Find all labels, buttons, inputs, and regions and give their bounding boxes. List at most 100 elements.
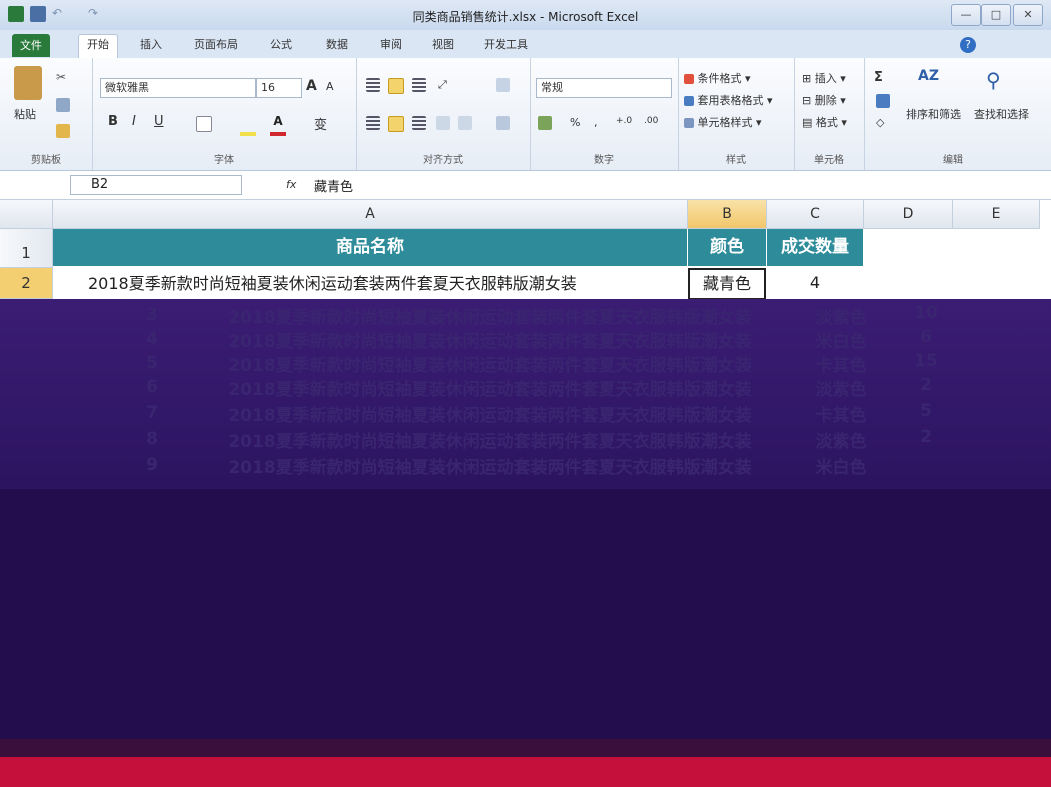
- decrease-indent-icon[interactable]: [436, 116, 450, 130]
- tab-developer[interactable]: 开发工具: [476, 35, 536, 55]
- column-header-c[interactable]: C: [767, 200, 864, 229]
- align-left-icon[interactable]: [366, 116, 380, 130]
- tab-page-layout[interactable]: 页面布局: [186, 35, 246, 55]
- row-header-2[interactable]: 2: [0, 268, 53, 299]
- maximize-button[interactable]: □: [981, 4, 1011, 26]
- tab-home[interactable]: 开始: [78, 34, 118, 59]
- insert-cells-label: 插入: [814, 72, 837, 85]
- font-color-icon[interactable]: A: [270, 114, 286, 136]
- italic-button[interactable]: I: [132, 114, 136, 129]
- increase-decimal-button[interactable]: +.0: [616, 116, 632, 126]
- close-button[interactable]: ✕: [1013, 4, 1043, 26]
- ribbon-tabs: 文件 开始 插入 页面布局 公式 数据 审阅 视图 开发工具 ?: [0, 30, 1051, 59]
- column-header-a[interactable]: A: [53, 200, 688, 229]
- alignment-group: ⤢ 对齐方式: [356, 58, 531, 170]
- shrink-font-button[interactable]: A: [326, 80, 334, 93]
- cell-c2[interactable]: 4: [767, 268, 863, 298]
- sort-filter-icon[interactable]: AZ: [918, 68, 944, 94]
- phonetic-button[interactable]: 变: [314, 114, 327, 133]
- find-select-button[interactable]: 查找和选择: [974, 106, 1029, 122]
- underline-button[interactable]: U: [154, 114, 164, 129]
- tab-formulas[interactable]: 公式: [262, 35, 300, 55]
- borders-icon[interactable]: [196, 116, 212, 132]
- insert-cells-button[interactable]: ⊞ 插入 ▾: [802, 70, 846, 86]
- editing-label: 编辑: [943, 155, 963, 166]
- tab-insert[interactable]: 插入: [132, 35, 170, 55]
- column-header-e[interactable]: E: [953, 200, 1040, 229]
- ribbon: 粘贴 ✂ 剪贴板 微软雅黑 16 A A B I U A 变 字体 ⤢ 对齐方式…: [0, 58, 1051, 171]
- cells-group: ⊞ 插入 ▾ ⊟ 删除 ▾ ▤ 格式 ▾ 单元格: [794, 58, 865, 170]
- help-icon[interactable]: ?: [960, 37, 976, 53]
- paste-icon[interactable]: [14, 66, 42, 100]
- sort-filter-button[interactable]: 排序和筛选: [906, 106, 961, 122]
- glitch-cell-a: 2018夏季新款时尚短袖夏装休闲运动套装两件套夏天衣服韩版潮女装: [228, 458, 752, 478]
- tab-review[interactable]: 审阅: [372, 35, 410, 55]
- grow-font-button[interactable]: A: [306, 78, 317, 94]
- header-cell-quantity[interactable]: 成交数量: [767, 229, 863, 266]
- name-box[interactable]: B2: [70, 175, 242, 195]
- glitch-cell-a: 2018夏季新款时尚短袖夏装休闲运动套装两件套夏天衣服韩版潮女装: [228, 406, 752, 426]
- cells-label: 单元格: [814, 155, 844, 166]
- delete-cells-label: 删除: [814, 94, 837, 107]
- bold-button[interactable]: B: [108, 114, 118, 129]
- table-icon: [684, 96, 694, 106]
- increase-indent-icon[interactable]: [458, 116, 472, 130]
- tab-data[interactable]: 数据: [318, 35, 356, 55]
- fill-color-icon[interactable]: [240, 116, 256, 136]
- glitch-cell-b: 淡紫色: [815, 380, 867, 400]
- title-bar: ↶ ↷ 同类商品销售统计.xlsx - Microsoft Excel — □ …: [0, 0, 1051, 30]
- paste-button[interactable]: 粘贴: [14, 106, 36, 122]
- insert-function-icon[interactable]: fx: [286, 178, 296, 191]
- copy-icon[interactable]: [56, 98, 70, 112]
- header-cell-color[interactable]: 颜色: [688, 229, 766, 266]
- glitch-row-num: 6: [146, 377, 158, 397]
- glitch-row-num: 9: [146, 455, 158, 475]
- glitch-cell-c: 2: [920, 375, 932, 395]
- glitch-cell-b: 淡紫色: [815, 308, 867, 328]
- number-format-select[interactable]: 常规: [536, 78, 672, 98]
- glitch-cell-a: 2018夏季新款时尚短袖夏装休闲运动套装两件套夏天衣服韩版潮女装: [228, 332, 752, 352]
- clipboard-group: 粘贴 ✂ 剪贴板: [0, 58, 93, 170]
- binoculars-icon[interactable]: ⚲: [986, 68, 1012, 94]
- format-cells-label: 格式: [815, 116, 838, 129]
- glitch-row-num: 7: [146, 403, 158, 423]
- format-painter-icon[interactable]: [56, 124, 70, 138]
- font-size-select[interactable]: 16: [256, 78, 302, 98]
- minimize-button[interactable]: —: [951, 4, 981, 26]
- decrease-decimal-button[interactable]: .00: [644, 116, 658, 126]
- font-label: 字体: [214, 155, 234, 166]
- conditional-format-button[interactable]: 条件格式 ▾: [684, 70, 751, 86]
- delete-cells-button[interactable]: ⊟ 删除 ▾: [802, 92, 846, 108]
- glitch-cell-b: 米白色: [815, 458, 867, 478]
- wrap-text-icon[interactable]: [496, 78, 510, 92]
- comma-button[interactable]: ,: [594, 116, 598, 129]
- cut-icon[interactable]: ✂: [56, 70, 70, 84]
- fill-icon[interactable]: [876, 94, 890, 108]
- merge-center-icon[interactable]: [496, 116, 510, 130]
- cell-b2-selected[interactable]: 藏青色: [688, 268, 766, 300]
- percent-button[interactable]: %: [570, 116, 580, 129]
- align-center-icon[interactable]: [388, 116, 404, 132]
- row-header-1[interactable]: 1: [0, 229, 53, 268]
- formula-bar: B2 fx 藏青色: [0, 171, 1051, 200]
- formula-input[interactable]: 藏青色: [308, 176, 1051, 195]
- tab-file[interactable]: 文件: [12, 34, 50, 57]
- header-cell-product-name[interactable]: 商品名称: [53, 229, 687, 266]
- cell-styles-button[interactable]: 单元格样式 ▾: [684, 114, 762, 130]
- align-bottom-icon[interactable]: [412, 78, 426, 92]
- font-name-select[interactable]: 微软雅黑: [100, 78, 256, 98]
- clear-icon[interactable]: ◇: [876, 116, 884, 129]
- autosum-button[interactable]: Σ: [874, 70, 883, 85]
- align-middle-icon[interactable]: [388, 78, 404, 94]
- tab-view[interactable]: 视图: [424, 35, 462, 55]
- cell-a2[interactable]: 2018夏季新款时尚短袖夏装休闲运动套装两件套夏天衣服韩版潮女装: [88, 270, 688, 298]
- column-header-b[interactable]: B: [688, 200, 767, 229]
- format-as-table-button[interactable]: 套用表格格式 ▾: [684, 92, 773, 108]
- orientation-icon[interactable]: ⤢: [438, 78, 447, 92]
- column-header-d[interactable]: D: [864, 200, 953, 229]
- select-all-corner[interactable]: [0, 200, 53, 229]
- format-cells-button[interactable]: ▤ 格式 ▾: [802, 114, 847, 130]
- align-top-icon[interactable]: [366, 78, 380, 92]
- currency-icon[interactable]: [538, 116, 552, 130]
- align-right-icon[interactable]: [412, 116, 426, 130]
